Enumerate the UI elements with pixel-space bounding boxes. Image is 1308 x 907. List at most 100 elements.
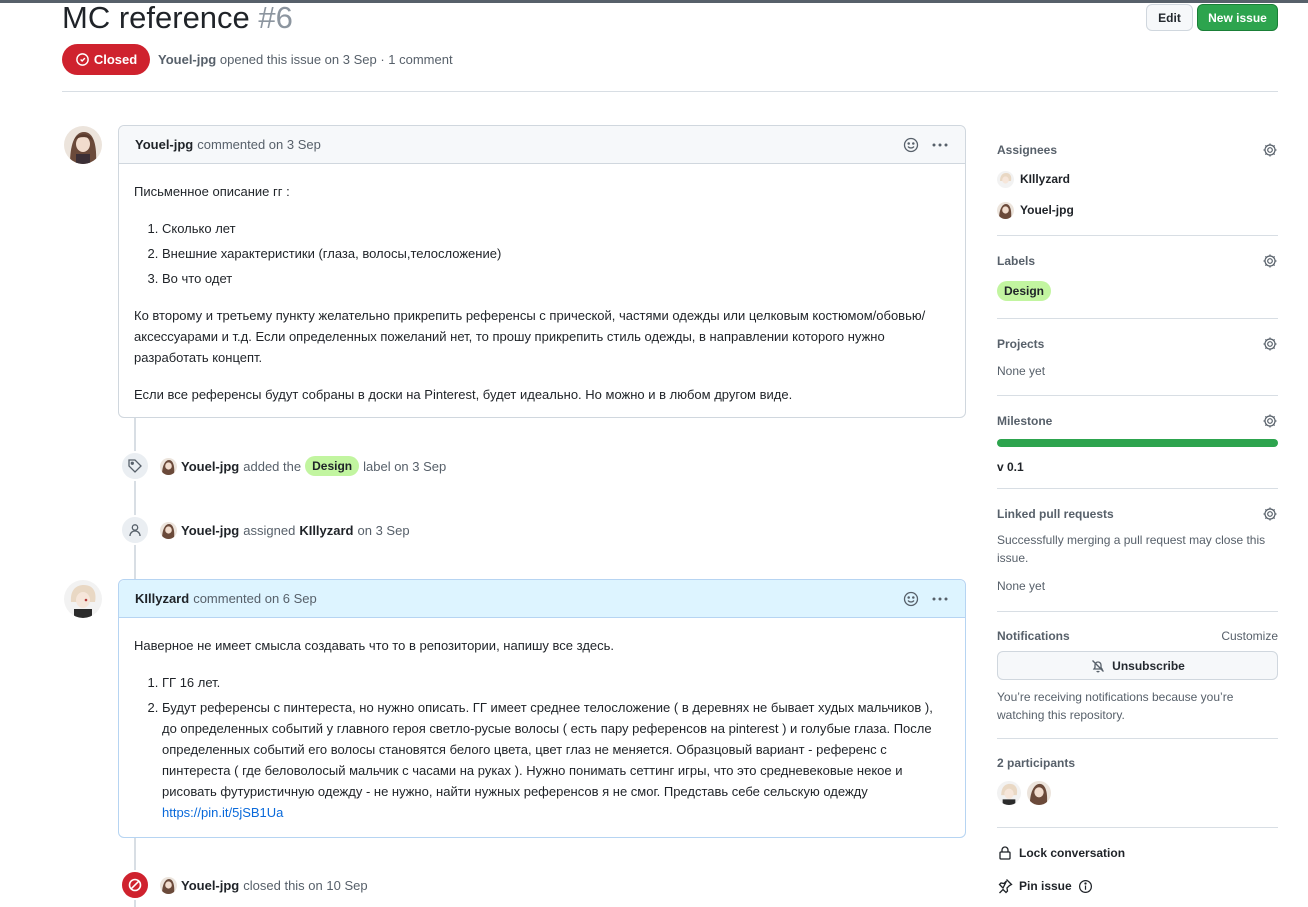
gear-icon[interactable] xyxy=(1262,142,1278,158)
issue-closed-icon xyxy=(75,52,90,67)
gear-icon[interactable] xyxy=(1262,336,1278,352)
timeline-event-assigned: Youel-jpg assigned KIllyzard on 3 Sep xyxy=(120,515,410,545)
issue-number: #6 xyxy=(258,0,293,35)
comment-author-link[interactable]: Youel-jpg xyxy=(135,137,193,152)
issue-meta: Youel-jpg opened this issue on 3 Sep · 1… xyxy=(158,52,453,67)
notifications-title: Notifications xyxy=(997,629,1070,643)
comment-timestamp[interactable]: commented on 3 Sep xyxy=(197,137,321,152)
sidebar-linked-prs: Linked pull requests Successfully mergin… xyxy=(997,506,1278,595)
labels-header[interactable]: Labels xyxy=(997,253,1278,269)
sidebar-divider xyxy=(997,827,1278,828)
comment-list: Сколько лет Внешние характеристики (глаз… xyxy=(134,218,950,289)
avatar[interactable] xyxy=(64,580,102,618)
avatar[interactable] xyxy=(64,126,102,164)
status-badge: Closed xyxy=(62,44,150,75)
sidebar-participants: 2 participants xyxy=(997,756,1278,805)
comment-paragraph: Если все референсы будут собраны в доски… xyxy=(134,387,793,402)
list-item-text: Будут референсы с пинтереста, но нужно о… xyxy=(162,700,933,799)
avatar[interactable] xyxy=(1027,781,1051,805)
notifications-header: Notifications Customize xyxy=(997,629,1278,643)
kebab-horizontal-icon[interactable] xyxy=(931,137,949,153)
sidebar-divider xyxy=(997,235,1278,236)
label-design[interactable]: Design xyxy=(305,456,360,476)
label-design[interactable]: Design xyxy=(997,281,1052,301)
smiley-icon[interactable] xyxy=(903,591,919,607)
milestone-progress-bar xyxy=(997,439,1278,447)
assignee-item[interactable]: KIllyzard xyxy=(997,169,1278,189)
event-text: label on 3 Sep xyxy=(363,458,447,474)
comment-header: KIllyzard commented on 6 Sep xyxy=(119,580,965,618)
participants-title: 2 participants xyxy=(997,756,1076,770)
sidebar-divider xyxy=(997,395,1278,396)
list-item: Сколько лет xyxy=(162,218,950,239)
customize-link[interactable]: Customize xyxy=(1221,629,1278,643)
linked-prs-desc: Successfully merging a pull request may … xyxy=(997,533,1266,565)
pin-issue-button[interactable]: Pin issue xyxy=(997,878,1278,894)
unsubscribe-label: Unsubscribe xyxy=(1112,658,1185,673)
milestone-header[interactable]: Milestone xyxy=(997,413,1278,429)
issue-title: MC reference #6 xyxy=(62,0,293,36)
assignee-name: KIllyzard xyxy=(1020,172,1071,186)
comment-header: Youel-jpg commented on 3 Sep xyxy=(119,126,965,164)
sidebar-divider xyxy=(997,738,1278,739)
event-text: closed this on 10 Sep xyxy=(243,877,368,893)
header-divider xyxy=(62,91,1278,92)
avatar[interactable] xyxy=(160,521,177,539)
gear-icon[interactable] xyxy=(1262,506,1278,522)
tag-icon xyxy=(120,451,150,481)
smiley-icon[interactable] xyxy=(903,137,919,153)
comment-body: Наверное не имеет смысла создавать что т… xyxy=(119,618,965,841)
list-item: Внешние характеристики (глаза, волосы,те… xyxy=(162,243,950,264)
pinterest-link[interactable]: https://pin.it/5jSB1Ua xyxy=(162,805,283,820)
pin-issue-label: Pin issue xyxy=(1019,879,1072,893)
linked-prs-value: None yet xyxy=(997,579,1046,593)
projects-value: None yet xyxy=(997,364,1046,378)
pin-icon xyxy=(997,878,1013,894)
comment-card: KIllyzard commented on 6 Sep Наверное не… xyxy=(118,579,966,838)
assignees-header[interactable]: Assignees xyxy=(997,142,1278,158)
issue-author-link[interactable]: Youel-jpg xyxy=(158,52,216,67)
event-target-link[interactable]: KIllyzard xyxy=(299,523,353,538)
edit-button[interactable]: Edit xyxy=(1146,4,1193,31)
list-item: Будут референсы с пинтереста, но нужно о… xyxy=(162,697,950,823)
timeline-event-labeled: Youel-jpg added the Design label on 3 Se… xyxy=(120,451,446,481)
projects-header[interactable]: Projects xyxy=(997,336,1278,352)
event-text: added the xyxy=(243,458,302,474)
unsubscribe-button[interactable]: Unsubscribe xyxy=(997,651,1278,680)
comment-tools xyxy=(903,137,949,153)
kebab-horizontal-icon[interactable] xyxy=(931,591,949,607)
assignee-item[interactable]: Youel-jpg xyxy=(997,200,1278,220)
avatar xyxy=(997,170,1014,188)
notifications-desc: You’re receiving notifications because y… xyxy=(997,690,1234,722)
info-icon[interactable] xyxy=(1078,879,1093,894)
linked-prs-title: Linked pull requests xyxy=(997,507,1114,521)
milestone-name[interactable]: v 0.1 xyxy=(997,457,1278,477)
lock-conversation-button[interactable]: Lock conversation xyxy=(997,845,1278,861)
participants-list xyxy=(997,781,1278,805)
comment-list: ГГ 16 лет. Будут референсы с пинтереста,… xyxy=(134,672,950,823)
gear-icon[interactable] xyxy=(1262,253,1278,269)
sidebar-divider xyxy=(997,611,1278,612)
sidebar-assignees: Assignees KIllyzard Youel-jpg xyxy=(997,142,1278,220)
avatar[interactable] xyxy=(160,876,177,894)
lock-icon xyxy=(997,845,1013,861)
gear-icon[interactable] xyxy=(1262,413,1278,429)
sidebar-divider xyxy=(997,488,1278,489)
avatar[interactable] xyxy=(997,781,1021,805)
linked-prs-header[interactable]: Linked pull requests xyxy=(997,506,1278,522)
timeline-event-closed: Youel-jpg closed this on 10 Sep xyxy=(120,870,368,900)
assignee-name: Youel-jpg xyxy=(1020,203,1074,217)
event-actor-link[interactable]: Youel-jpg xyxy=(181,459,239,474)
new-issue-button[interactable]: New issue xyxy=(1197,4,1278,31)
comment-timestamp[interactable]: commented on 6 Sep xyxy=(193,591,317,606)
lock-conversation-label: Lock conversation xyxy=(1019,846,1126,860)
event-actor-link[interactable]: Youel-jpg xyxy=(181,878,239,893)
avatar[interactable] xyxy=(160,457,177,475)
sidebar-labels: Labels Design xyxy=(997,253,1278,301)
comment-author-link[interactable]: KIllyzard xyxy=(135,591,189,606)
event-text: on 3 Sep xyxy=(357,522,410,538)
sidebar-notifications: Notifications Customize Unsubscribe You’r… xyxy=(997,629,1278,724)
comment-paragraph: Наверное не имеет смысла создавать что т… xyxy=(134,638,615,653)
sidebar-projects: Projects None yet xyxy=(997,336,1278,380)
event-actor-link[interactable]: Youel-jpg xyxy=(181,523,239,538)
